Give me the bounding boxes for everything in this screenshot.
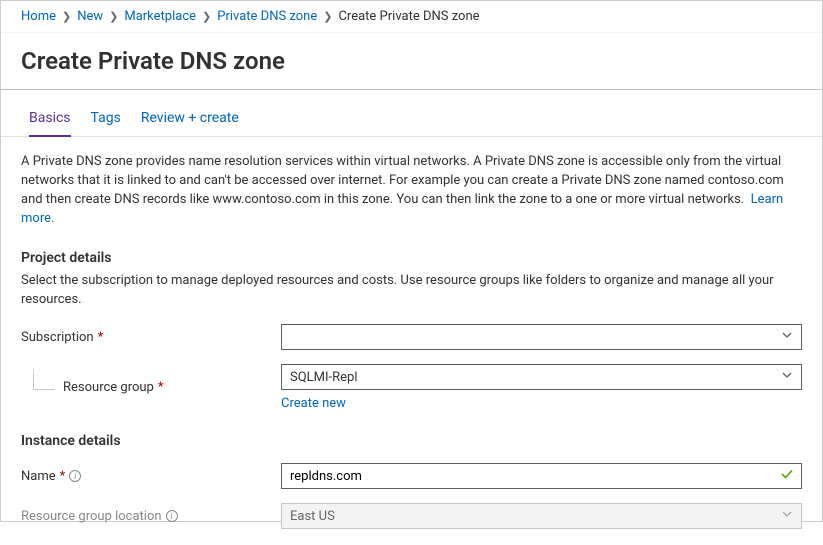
content-area: A Private DNS zone provides name resolut… [1, 137, 822, 545]
subscription-label: Subscription * [21, 330, 281, 345]
chevron-down-icon [781, 369, 793, 385]
page-title: Create Private DNS zone [1, 33, 822, 85]
breadcrumb: Home ❯ New ❯ Marketplace ❯ Private DNS z… [1, 1, 822, 33]
required-indicator: * [158, 380, 164, 395]
breadcrumb-home[interactable]: Home [21, 9, 56, 24]
name-input[interactable] [281, 463, 802, 489]
create-new-link[interactable]: Create new [281, 396, 346, 411]
name-label: Name * i [21, 469, 281, 484]
instance-details-heading: Instance details [21, 433, 802, 449]
breadcrumb-current: Create Private DNS zone [338, 9, 479, 24]
breadcrumb-private-dns-zone[interactable]: Private DNS zone [217, 9, 317, 24]
resource-group-location-select: East US [281, 503, 802, 529]
chevron-right-icon: ❯ [109, 10, 118, 23]
resource-group-location-label: Resource group location i [21, 509, 281, 524]
required-indicator: * [98, 330, 104, 345]
breadcrumb-marketplace[interactable]: Marketplace [124, 9, 196, 24]
chevron-right-icon: ❯ [202, 10, 211, 23]
tab-basics[interactable]: Basics [29, 110, 71, 136]
tab-review-create[interactable]: Review + create [141, 110, 239, 136]
info-icon[interactable]: i [166, 510, 178, 522]
description-text: A Private DNS zone provides name resolut… [21, 153, 802, 228]
tabs: Basics Tags Review + create [1, 90, 822, 137]
chevron-right-icon: ❯ [323, 10, 332, 23]
required-indicator: * [60, 469, 66, 484]
project-details-sub: Select the subscription to manage deploy… [21, 272, 802, 310]
subscription-select[interactable] [281, 324, 802, 350]
chevron-right-icon: ❯ [62, 10, 71, 23]
tree-connector-icon [33, 370, 55, 390]
tab-tags[interactable]: Tags [91, 110, 121, 136]
breadcrumb-new[interactable]: New [77, 9, 103, 24]
project-details-heading: Project details [21, 250, 802, 266]
check-icon [780, 467, 794, 485]
resource-group-select[interactable]: SQLMI-Repl [281, 364, 802, 390]
chevron-down-icon [781, 329, 793, 345]
info-icon[interactable]: i [69, 470, 81, 482]
resource-group-label: Resource group * [21, 380, 281, 395]
